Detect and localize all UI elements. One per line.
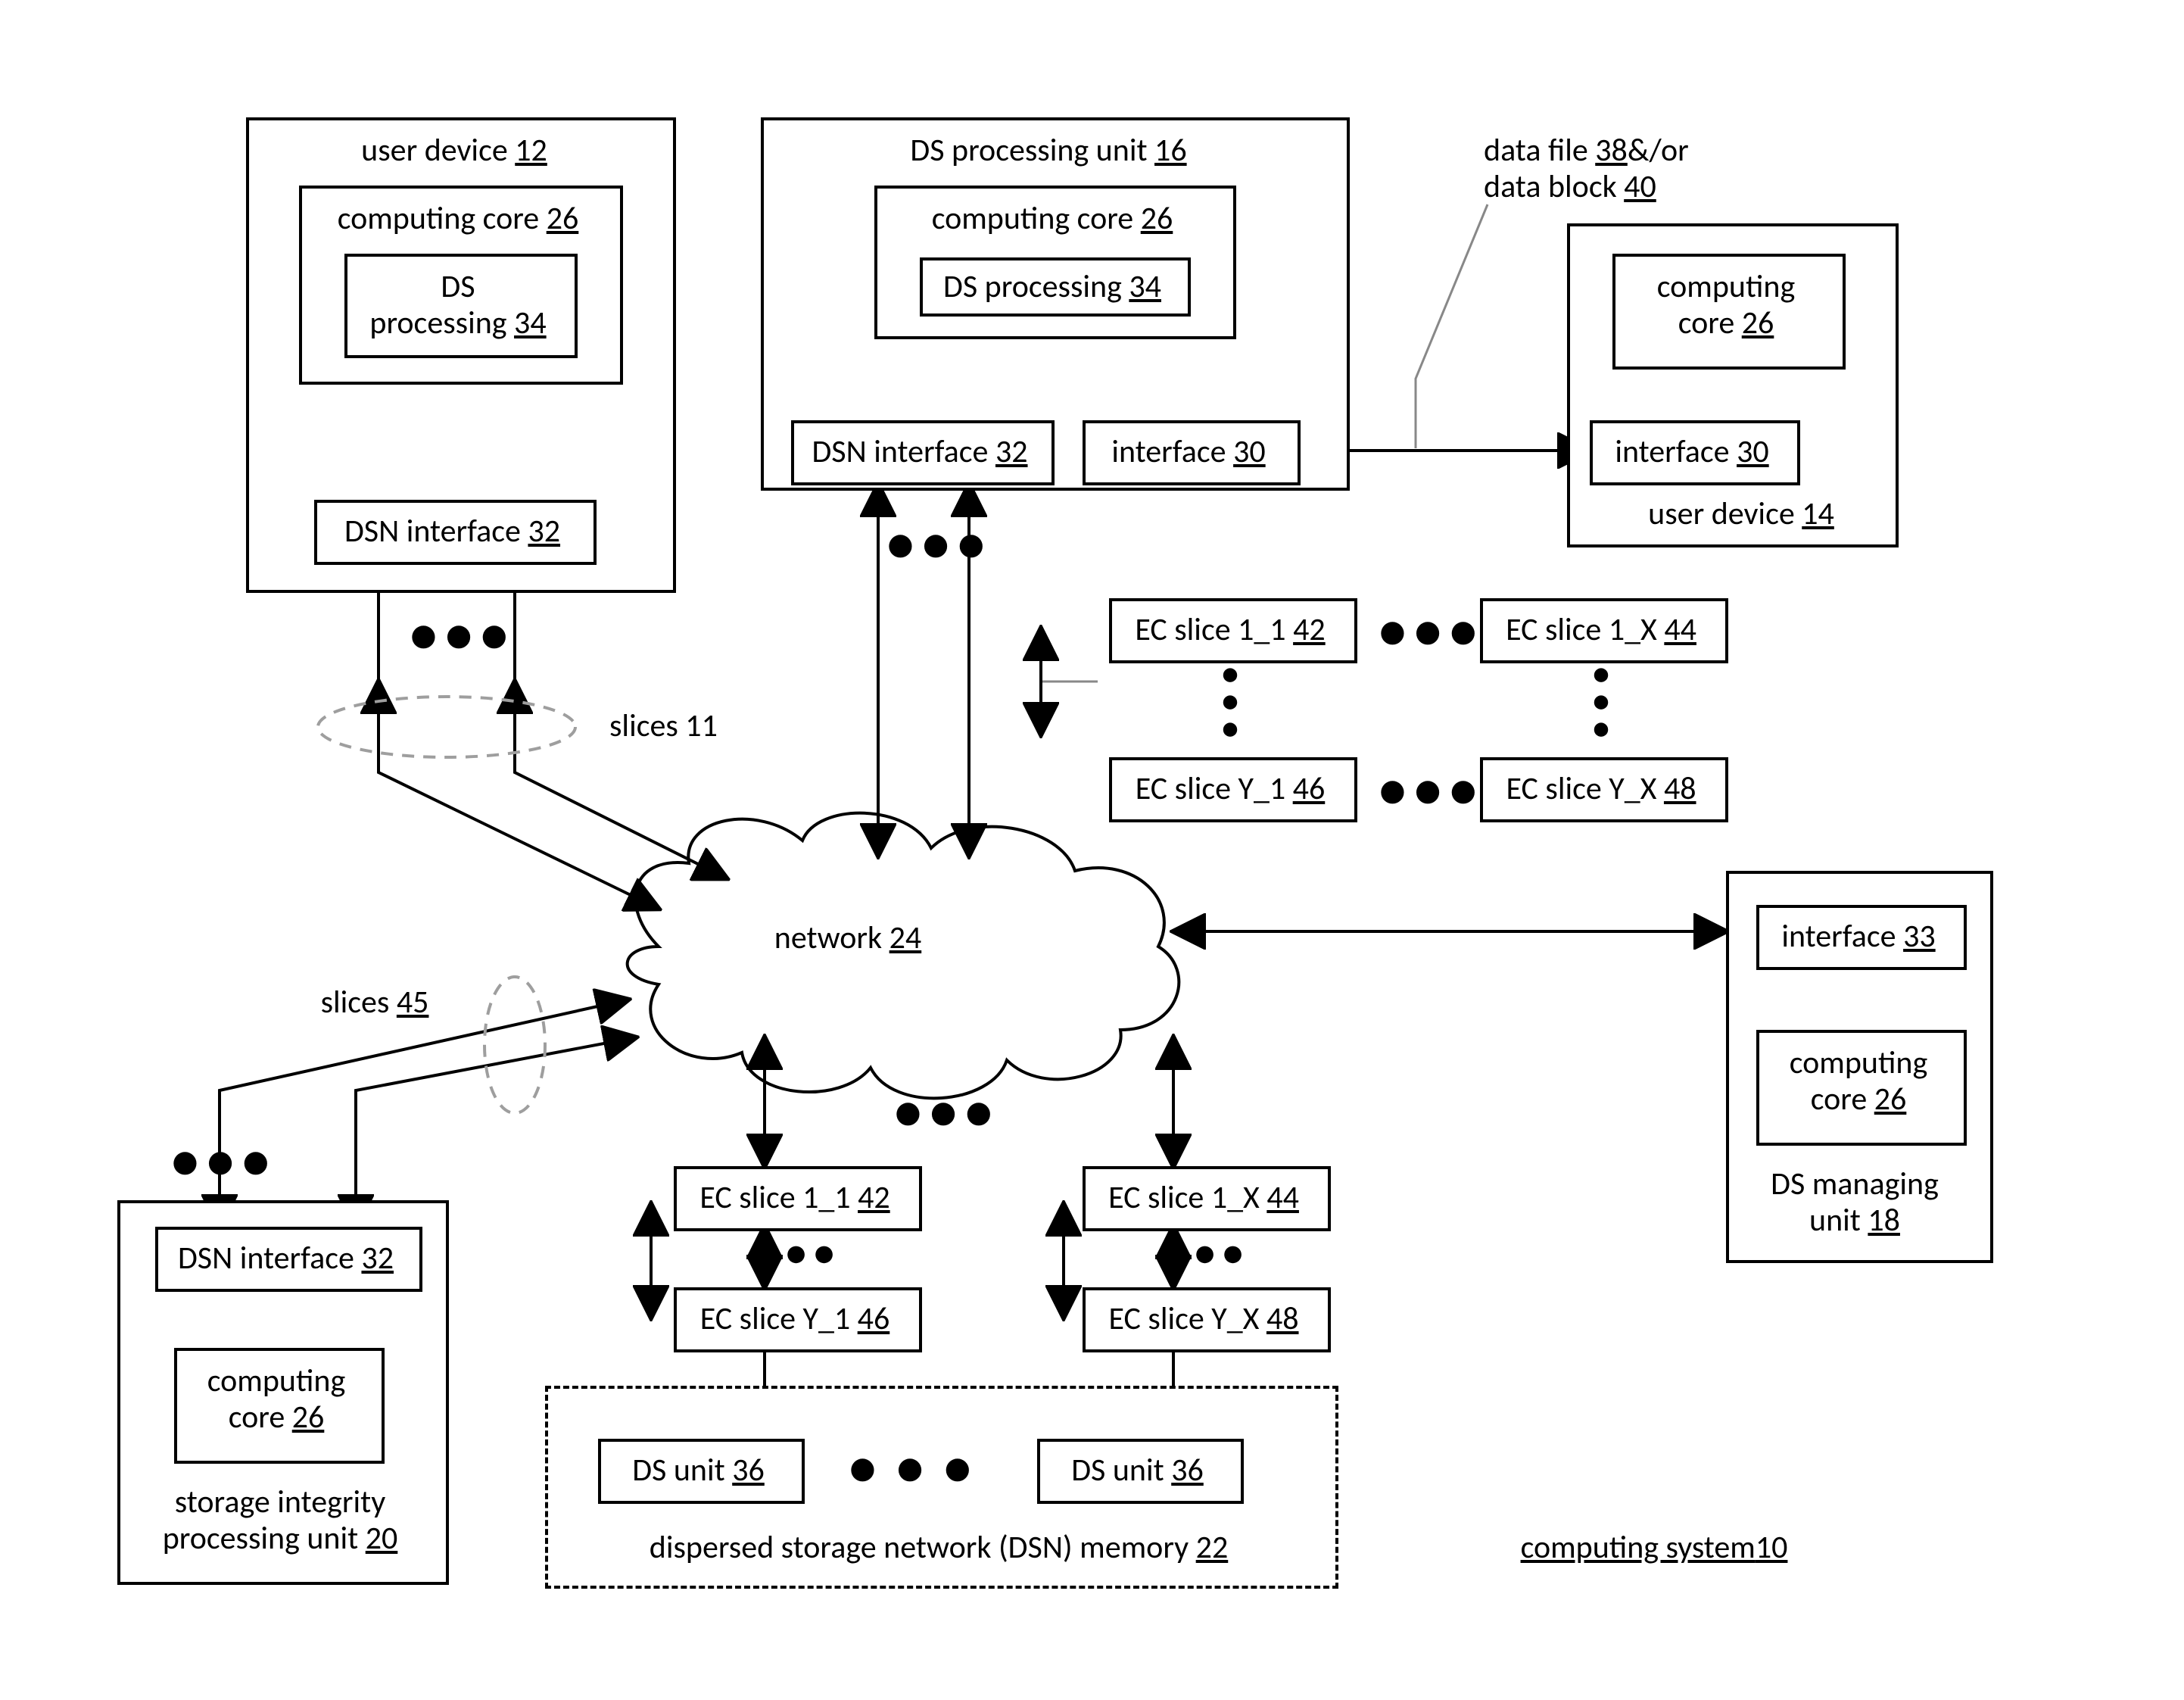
network-label: network 24 xyxy=(749,920,946,956)
ellipsis-icon: ● ● ● xyxy=(1586,660,1616,742)
dsn-interface-sipu-title: DSN interface 32 xyxy=(155,1240,416,1277)
computing-core-ud12-title: computing core 26 xyxy=(318,201,598,237)
ellipsis-icon: ●●● xyxy=(1378,602,1484,661)
ds-processing-ud12-title: DS processing 34 xyxy=(344,269,572,342)
computing-core-sipu-title: computing core 26 xyxy=(174,1363,379,1436)
slices-45-label: slices 45 xyxy=(288,984,462,1021)
data-file-label: data file 38&/or data block 40 xyxy=(1484,133,1741,206)
interface-30-ud14-title: interface 30 xyxy=(1590,434,1794,470)
computing-core-ud14-title: computing core 26 xyxy=(1612,269,1840,342)
dsn-memory-title: dispersed storage network (DSN) memory 2… xyxy=(560,1530,1317,1566)
user-device-14-title: user device 14 xyxy=(1612,496,1870,532)
dsn-interface-dspu-title: DSN interface 32 xyxy=(791,434,1048,470)
ec-slice-1-1-lower-title: EC slice 1_1 42 xyxy=(674,1180,916,1216)
ec-slice-1-X-lower-title: EC slice 1_X 44 xyxy=(1083,1180,1325,1216)
ellipsis-icon: ●●● xyxy=(848,1439,990,1498)
ec-slice-Y-X-upper-title: EC slice Y_X 48 xyxy=(1480,771,1722,807)
dsn-interface-ud12-title: DSN interface 32 xyxy=(314,513,590,550)
ellipsis-icon: ●●● xyxy=(886,515,992,574)
ec-slice-Y-1-upper-title: EC slice Y_1 46 xyxy=(1109,771,1351,807)
ellipsis-icon: ●●● xyxy=(893,1083,999,1142)
interface-30-dspu-title: interface 30 xyxy=(1083,434,1295,470)
interface-33-title: interface 33 xyxy=(1756,919,1961,955)
ds-unit-left-title: DS unit 36 xyxy=(598,1452,799,1489)
ec-slice-1-X-upper-title: EC slice 1_X 44 xyxy=(1480,612,1722,648)
ec-slice-Y-1-lower-title: EC slice Y_1 46 xyxy=(674,1301,916,1337)
computing-system-label: computing system10 xyxy=(1488,1530,1821,1566)
ellipsis-icon: ●●● xyxy=(757,1231,841,1275)
ds-managing-unit-title: DS managing unit 18 xyxy=(1741,1166,1968,1240)
ds-processing-dspu-title: DS processing 34 xyxy=(920,269,1185,305)
ellipsis-icon: ●●● xyxy=(1166,1231,1250,1275)
ec-slice-Y-X-lower-title: EC slice Y_X 48 xyxy=(1083,1301,1325,1337)
ellipsis-icon: ●●● xyxy=(170,1132,276,1191)
ellipsis-icon: ● ● ● xyxy=(1215,660,1245,742)
user-device-12-title: user device 12 xyxy=(326,133,583,169)
ellipsis-icon: ●●● xyxy=(409,606,515,665)
ds-unit-right-title: DS unit 36 xyxy=(1037,1452,1238,1489)
ellipsis-icon: ●●● xyxy=(1378,761,1484,820)
slices-11-label: slices 11 xyxy=(609,708,761,744)
computing-core-dspu-title: computing core 26 xyxy=(908,201,1196,237)
computing-core-dsmu-title: computing core 26 xyxy=(1756,1045,1961,1118)
ds-processing-unit-title: DS processing unit 16 xyxy=(871,133,1226,169)
ec-slice-1-1-upper-title: EC slice 1_1 42 xyxy=(1109,612,1351,648)
storage-integrity-unit-title: storage integrity processing unit 20 xyxy=(140,1484,420,1558)
